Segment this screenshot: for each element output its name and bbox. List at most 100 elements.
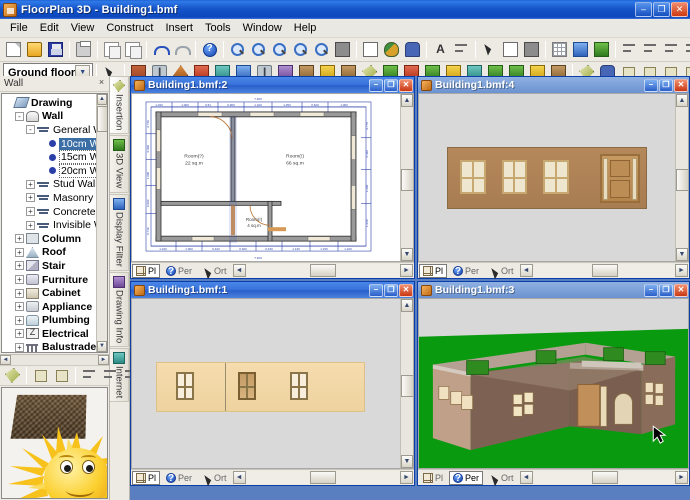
expand-icon[interactable]: + — [26, 193, 35, 203]
zoom-window-button[interactable] — [269, 39, 290, 60]
tree-item-invisible-walls[interactable]: +Invisible Walls — [4, 218, 107, 232]
scroll-down-button[interactable]: ▼ — [401, 248, 413, 261]
open-file-button[interactable] — [24, 39, 45, 60]
mdi-close-button[interactable]: ✕ — [399, 283, 413, 297]
scroll-left-button[interactable]: ◄ — [232, 471, 246, 484]
scroll-thumb[interactable] — [97, 106, 107, 132]
snap-button[interactable] — [570, 39, 591, 60]
scroll-track[interactable] — [245, 471, 400, 484]
tree-item-15cm-wall[interactable]: 15cm Wall — [4, 150, 107, 165]
mdi-maximize-button[interactable]: ❐ — [384, 283, 398, 297]
expand-icon[interactable]: + — [15, 247, 24, 257]
scroll-down-button[interactable]: ▼ — [401, 455, 413, 468]
scroll-down-button[interactable]: ▼ — [676, 248, 688, 261]
perspective-tab[interactable]: Per — [449, 470, 484, 485]
scroll-up-button[interactable]: ▲ — [401, 299, 413, 312]
menu-item-file[interactable]: File — [4, 20, 34, 36]
render-button[interactable] — [381, 39, 402, 60]
copy-button[interactable] — [101, 39, 122, 60]
align-right-button[interactable] — [640, 39, 661, 60]
close-button[interactable]: ✕ — [671, 2, 688, 17]
elevation-horizontal-scrollbar[interactable]: ◄ ► — [519, 264, 688, 277]
plan-tab[interactable]: Pl — [419, 263, 448, 278]
orthogonal-tab[interactable]: Ort — [198, 264, 231, 278]
collapse-icon[interactable]: - — [26, 125, 35, 135]
tree-item-plumbing[interactable]: + Plumbing — [4, 314, 107, 328]
tree-item-roof[interactable]: + Roof — [4, 246, 107, 260]
dimension-button[interactable] — [451, 39, 472, 60]
tree-item-wall[interactable]: - Wall — [4, 110, 107, 124]
panel-close-icon[interactable]: × — [96, 78, 107, 89]
plan-tab[interactable]: Pl — [132, 263, 161, 278]
scroll-left-button[interactable]: ◄ — [519, 471, 533, 484]
tree-item-concrete-walls[interactable]: +Concrete Walls — [4, 205, 107, 219]
render-horizontal-scrollbar[interactable]: ◄ ► — [519, 471, 688, 484]
tree-item-balustrade[interactable]: + Balustrade — [4, 341, 107, 352]
swatch-canvas[interactable] — [132, 299, 400, 468]
zoom-previous-button[interactable] — [290, 39, 311, 60]
new-file-button[interactable] — [3, 39, 24, 60]
mdi-maximize-button[interactable]: ❐ — [384, 78, 398, 92]
scroll-right-button[interactable]: ► — [675, 264, 688, 277]
tree-item-appliance[interactable]: + Appliance — [4, 300, 107, 314]
orthogonal-tab[interactable]: Ort — [198, 471, 231, 485]
tree-item-electrical[interactable]: + Electrical — [4, 327, 107, 341]
scroll-down-button[interactable]: ▼ — [97, 341, 107, 352]
mdi-window-plan[interactable]: Building1.bmf:2 – ❐ ✕ Room(?) 22 sq.m Ro… — [130, 76, 415, 279]
expand-icon[interactable]: + — [26, 179, 35, 189]
mdi-minimize-button[interactable]: – — [644, 283, 658, 297]
tree-vertical-scrollbar[interactable]: ▲ ▼ — [96, 94, 107, 352]
text-button[interactable] — [430, 39, 451, 60]
tree-item-20cm-wall[interactable]: 20cm Wall — [4, 163, 107, 178]
plan-horizontal-scrollbar[interactable]: ◄ ► — [232, 264, 413, 277]
mdi-window-3d[interactable]: Building1.bmf:3 – ❐ ✕ Pl ? Per Ort ◄ ► — [417, 281, 690, 486]
mdi-body[interactable]: Room(?) 22 sq.m Room(!) 66 sq.m Room(!) … — [131, 93, 414, 262]
scroll-left-button[interactable]: ◄ — [519, 264, 533, 277]
expand-icon[interactable]: + — [15, 275, 24, 285]
scroll-thumb[interactable] — [401, 169, 413, 192]
scroll-track[interactable] — [11, 355, 98, 365]
tree-item-general-walls[interactable]: -General Walls — [4, 123, 107, 137]
paste-button[interactable] — [122, 39, 143, 60]
object-snap-button[interactable] — [591, 39, 612, 60]
plan-vertical-scrollbar[interactable]: ▲ ▼ — [400, 94, 413, 261]
mdi-maximize-button[interactable]: ❐ — [659, 283, 673, 297]
plan-tab[interactable]: Pl — [419, 471, 447, 485]
orthogonal-tab[interactable]: Ort — [485, 264, 518, 278]
perspective-tab[interactable]: Per — [162, 264, 196, 278]
perspective-tab[interactable]: Per — [162, 471, 196, 485]
edit-material-button[interactable] — [51, 365, 72, 386]
mdi-body[interactable]: ▲ ▼ — [131, 298, 414, 469]
walkthrough-button[interactable] — [402, 39, 423, 60]
split-view-button[interactable] — [500, 39, 521, 60]
distribute-v-button[interactable] — [682, 39, 690, 60]
properties-button[interactable] — [79, 365, 100, 386]
redo-button[interactable] — [171, 39, 192, 60]
zoom-all-button[interactable] — [332, 39, 353, 60]
scroll-track[interactable] — [245, 264, 400, 277]
scroll-up-button[interactable]: ▲ — [401, 94, 413, 107]
scroll-right-button[interactable]: ► — [98, 355, 109, 365]
mdi-body[interactable] — [418, 298, 689, 469]
scroll-right-button[interactable]: ► — [400, 264, 413, 277]
mdi-close-button[interactable]: ✕ — [399, 78, 413, 92]
menu-item-insert[interactable]: Insert — [159, 20, 199, 36]
menu-item-help[interactable]: Help — [288, 20, 323, 36]
expand-icon[interactable]: + — [15, 302, 24, 312]
help-button[interactable] — [199, 39, 220, 60]
expand-icon[interactable]: + — [15, 234, 24, 244]
zoom-out-button[interactable] — [248, 39, 269, 60]
save-file-button[interactable] — [45, 39, 66, 60]
scroll-thumb[interactable] — [310, 264, 337, 277]
plan-tab[interactable]: Pl — [132, 470, 161, 485]
elevation-canvas[interactable] — [419, 94, 675, 261]
panel-tab-drawing-info[interactable]: Drawing Info — [110, 271, 129, 347]
expand-icon[interactable]: + — [15, 342, 24, 352]
tree-item-10cm-wall[interactable]: 10cm Wall — [4, 137, 107, 151]
expand-icon[interactable]: + — [15, 261, 24, 271]
maximize-button[interactable]: ❐ — [653, 2, 670, 17]
scroll-track[interactable] — [532, 471, 675, 484]
menu-item-window[interactable]: Window — [237, 20, 288, 36]
floor-plan-canvas[interactable]: Room(?) 22 sq.m Room(!) 66 sq.m Room(!) … — [132, 94, 400, 261]
scroll-up-button[interactable]: ▲ — [676, 94, 688, 107]
